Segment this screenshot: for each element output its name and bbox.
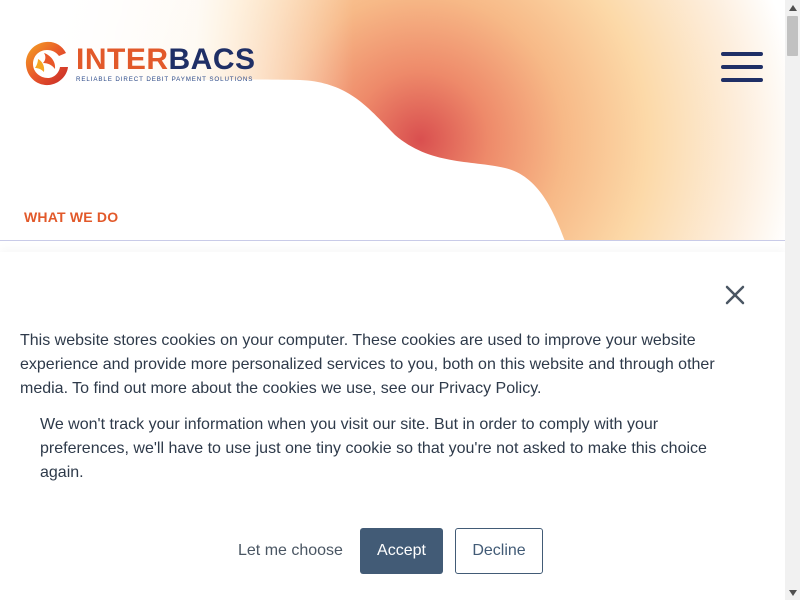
cookie-message: This website stores cookies on your comp…: [20, 332, 715, 397]
close-icon[interactable]: [722, 282, 748, 308]
cookie-button-row: Let me choose Accept Decline: [0, 528, 785, 574]
logo-word-bacs: BACS: [168, 43, 256, 76]
menu-bar-bottom: [721, 78, 763, 82]
hero-divider: [0, 240, 785, 241]
scroll-down-arrow-icon[interactable]: [785, 585, 800, 600]
vertical-scrollbar[interactable]: [785, 0, 800, 600]
logo-text: INTERBACS RELIABLE DIRECT DEBIT PAYMENT …: [76, 45, 256, 84]
hero-section: INTERBACS RELIABLE DIRECT DEBIT PAYMENT …: [0, 0, 785, 241]
decline-button[interactable]: Decline: [455, 528, 543, 574]
logo-word-inter: INTER: [76, 43, 169, 76]
logo-tagline: RELIABLE DIRECT DEBIT PAYMENT SOLUTIONS: [76, 76, 254, 83]
interbacs-logo[interactable]: INTERBACS RELIABLE DIRECT DEBIT PAYMENT …: [22, 38, 255, 90]
hamburger-menu-icon[interactable]: [721, 52, 763, 82]
let-me-choose-button[interactable]: Let me choose: [238, 528, 343, 574]
accept-button[interactable]: Accept: [360, 528, 443, 574]
cookie-tracking-message: We won't track your information when you…: [40, 416, 707, 481]
what-we-do-link[interactable]: WHAT WE DO: [24, 209, 118, 225]
menu-bar-middle: [721, 65, 763, 69]
menu-bar-top: [721, 52, 763, 56]
logo-wordmark: INTERBACS: [76, 45, 256, 75]
scrollbar-thumb[interactable]: [787, 16, 798, 56]
scroll-up-arrow-icon[interactable]: [785, 0, 800, 15]
page-viewport: INTERBACS RELIABLE DIRECT DEBIT PAYMENT …: [0, 0, 785, 600]
phoenix-logo-mark-icon: [25, 41, 68, 86]
hero-gradient-background: [0, 0, 785, 241]
